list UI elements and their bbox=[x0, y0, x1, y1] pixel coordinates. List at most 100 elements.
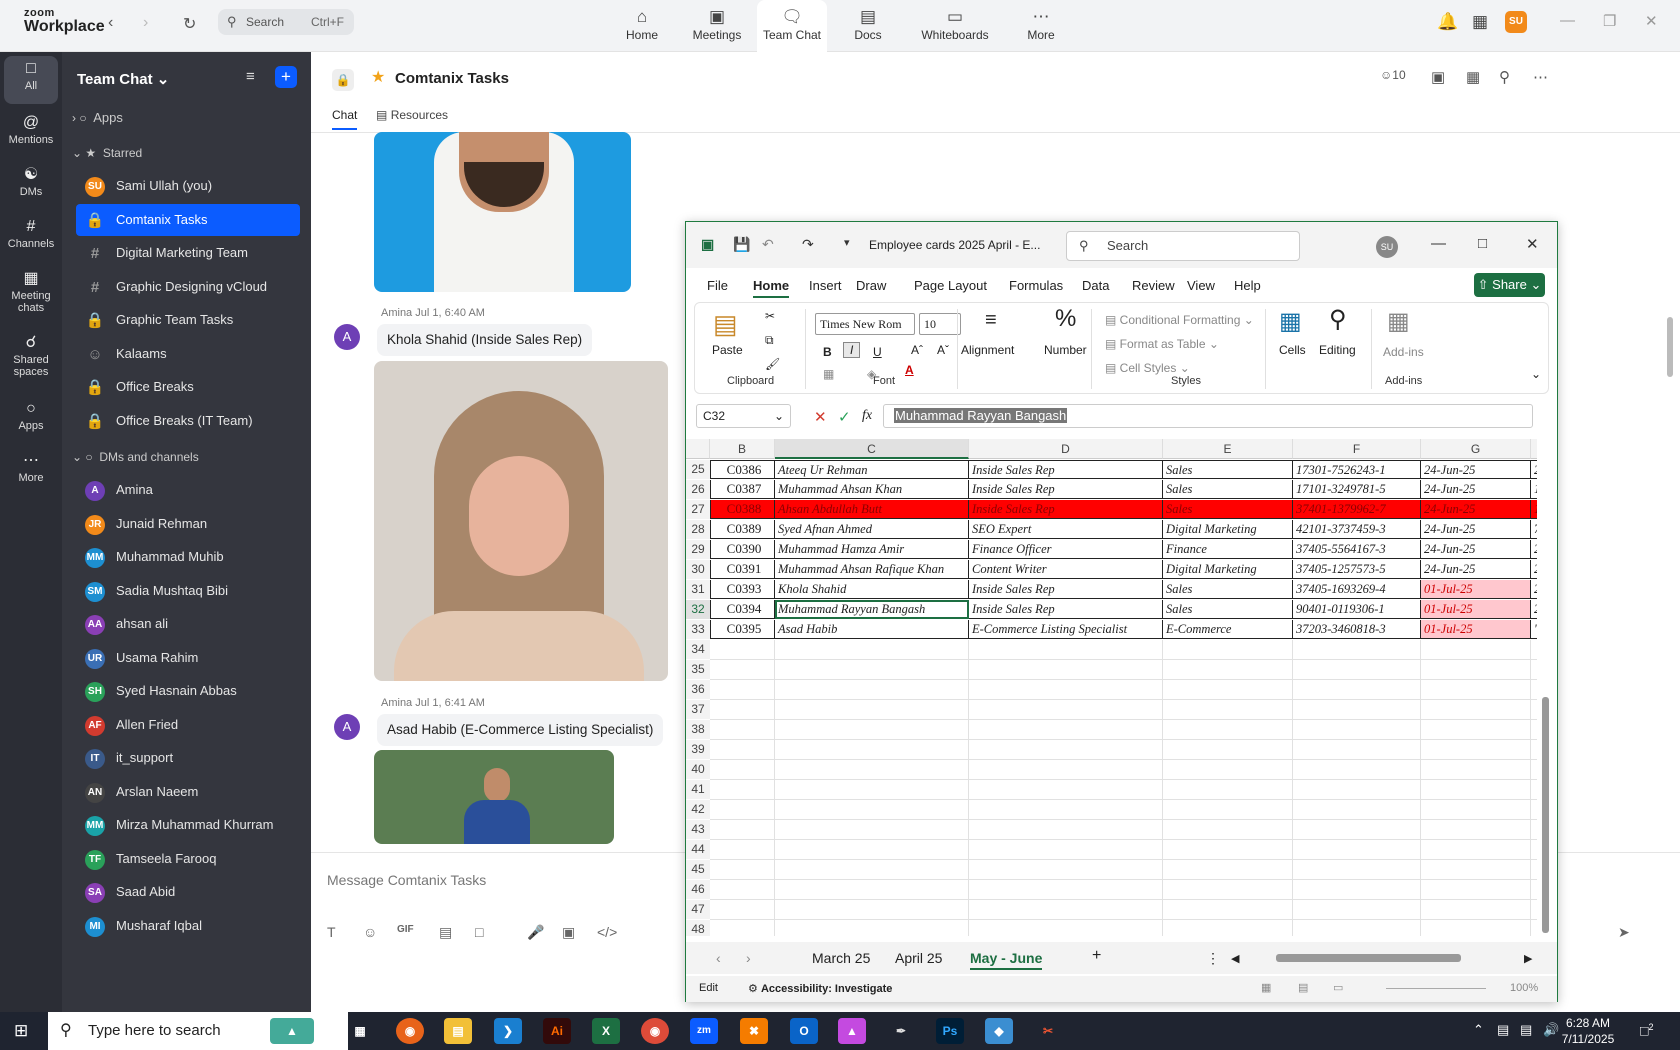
alignment-button[interactable]: Alignment bbox=[961, 343, 1014, 357]
table-cell[interactable]: Sales bbox=[1163, 600, 1293, 619]
search-icon[interactable]: ⚲ bbox=[1499, 68, 1510, 86]
insert-function-icon[interactable]: fx bbox=[862, 408, 872, 424]
alignment-icon[interactable]: ≡ bbox=[985, 309, 997, 332]
section-apps[interactable]: › ○ Apps bbox=[72, 110, 123, 125]
table-cell[interactable]: Finance bbox=[1163, 540, 1293, 559]
addins-button[interactable]: Add-ins bbox=[1383, 345, 1424, 359]
sidebar-dm-item[interactable]: MI Musharaf Iqbal bbox=[76, 910, 300, 942]
nav-more[interactable]: ⋯ More bbox=[1025, 0, 1057, 52]
next-sheet-icon[interactable]: › bbox=[746, 950, 751, 966]
members-button[interactable]: ☺10 bbox=[1380, 68, 1406, 82]
rail-apps[interactable]: ○ Apps bbox=[4, 396, 58, 444]
sidebar-dm-item[interactable]: SH Syed Hasnain Abbas bbox=[76, 675, 300, 707]
table-cell[interactable]: E-Commerce Listing Specialist bbox=[969, 620, 1163, 639]
undo-icon[interactable]: ↶ bbox=[762, 236, 774, 253]
row-header[interactable]: 39 bbox=[686, 740, 710, 759]
sidebar-dm-item[interactable]: SA Saad Abid bbox=[76, 876, 300, 908]
tab-resources[interactable]: ▤ Resources bbox=[376, 108, 448, 122]
nav-whiteboards[interactable]: ▭ Whiteboards bbox=[918, 0, 992, 52]
column-header[interactable]: C bbox=[775, 439, 969, 459]
cells-button[interactable]: Cells bbox=[1279, 343, 1306, 357]
ribbon-tab[interactable]: Insert bbox=[809, 278, 842, 293]
table-cell[interactable]: E-Commerce bbox=[1163, 620, 1293, 639]
table-cell[interactable]: 24-Jun-25 bbox=[1421, 460, 1531, 479]
rail-meeting-chats[interactable]: ▦ Meeting chats bbox=[4, 266, 58, 322]
row-header[interactable]: 27 bbox=[686, 500, 710, 519]
nav-home[interactable]: ⌂ Home bbox=[622, 0, 662, 52]
format-painter-icon[interactable]: 🖌 bbox=[765, 357, 780, 371]
star-icon[interactable]: ★ bbox=[371, 67, 385, 87]
sidebar-dm-item[interactable]: SM Sadia Mushtaq Bibi bbox=[76, 575, 300, 607]
magnifier-icon[interactable]: ⚲ bbox=[1329, 305, 1347, 334]
table-cell[interactable]: 17101-3249781-5 bbox=[1293, 480, 1421, 499]
table-cell[interactable]: Muhammad Ahsan Rafique Khan bbox=[775, 560, 969, 579]
page-break-icon[interactable]: ▭ bbox=[1333, 981, 1343, 994]
table-cell[interactable]: Ahsan Abdullah Butt bbox=[775, 500, 969, 519]
table-cell[interactable]: 37405-1257573-5 bbox=[1293, 560, 1421, 579]
outlook-icon[interactable]: O bbox=[790, 1018, 818, 1044]
sheet-tab-active[interactable]: May - June bbox=[970, 950, 1043, 970]
row-header[interactable]: 41 bbox=[686, 780, 710, 799]
zoom-slider[interactable] bbox=[1386, 988, 1486, 989]
cancel-icon[interactable]: ✕ bbox=[814, 408, 827, 426]
emoji-icon[interactable]: ☺ bbox=[363, 924, 377, 940]
photos-icon[interactable]: ▲ bbox=[838, 1018, 866, 1044]
table-cell[interactable]: Ateeq Ur Rehman bbox=[775, 460, 969, 479]
table-cell[interactable]: Content Writer bbox=[969, 560, 1163, 579]
shared-photo[interactable] bbox=[374, 361, 668, 681]
cell-styles-button[interactable]: ▤ Cell Styles ⌄ bbox=[1105, 361, 1190, 375]
row-header[interactable]: 29 bbox=[686, 540, 710, 559]
table-cell[interactable]: Sales bbox=[1163, 580, 1293, 599]
sidebar-item[interactable]: SU Sami Ullah (you) bbox=[76, 170, 300, 202]
cut-icon[interactable]: ✂ bbox=[765, 309, 775, 323]
user-avatar[interactable]: SU bbox=[1376, 236, 1398, 258]
table-cell[interactable]: Muhammad Ahsan Khan bbox=[775, 480, 969, 499]
sidebar-item[interactable]: 🔒 Graphic Team Tasks bbox=[76, 304, 300, 336]
table-cell[interactable]: Syed Afnan Ahmed bbox=[775, 520, 969, 539]
table-cell[interactable]: 01-Jul-25 bbox=[1421, 580, 1531, 599]
ribbon-tab[interactable]: Help bbox=[1234, 278, 1261, 293]
rail-more[interactable]: ⋯ More bbox=[4, 448, 58, 496]
sidebar-dm-item[interactable]: AA ahsan ali bbox=[76, 608, 300, 640]
table-cell[interactable]: 24-Jun-25 bbox=[1421, 560, 1531, 579]
table-cell[interactable]: Inside Sales Rep bbox=[969, 460, 1163, 479]
excel-taskbar-icon[interactable]: X bbox=[592, 1018, 620, 1044]
row-header[interactable]: 34 bbox=[686, 640, 710, 659]
underline-button[interactable]: U bbox=[873, 345, 882, 359]
mic-icon[interactable]: 🎤 bbox=[527, 924, 544, 941]
table-cell[interactable]: Sales bbox=[1163, 460, 1293, 479]
addins-icon[interactable]: ▦ bbox=[1387, 307, 1410, 336]
sidebar-dm-item[interactable]: JR Junaid Rehman bbox=[76, 508, 300, 540]
illustrator-icon[interactable]: Ai bbox=[543, 1018, 571, 1044]
horizontal-scrollbar[interactable] bbox=[1276, 954, 1461, 962]
row-header[interactable]: 31 bbox=[686, 580, 710, 599]
row-header[interactable]: 46 bbox=[686, 880, 710, 899]
network-icon[interactable]: ▤ bbox=[1520, 1022, 1532, 1038]
row-header[interactable]: 32 bbox=[686, 600, 710, 619]
screenshot-icon[interactable]: □ bbox=[475, 924, 483, 940]
table-cell[interactable]: Inside Sales Rep bbox=[969, 500, 1163, 519]
sidebar-dm-item[interactable]: MM Mirza Muhammad Khurram bbox=[76, 809, 300, 841]
table-cell[interactable]: 24-Jun-25 bbox=[1421, 480, 1531, 499]
photoshop-icon[interactable]: Ps bbox=[936, 1018, 964, 1044]
add-sheet-icon[interactable]: + bbox=[1092, 947, 1101, 965]
redo-icon[interactable]: ↷ bbox=[802, 236, 814, 253]
history-icon[interactable]: ↻ bbox=[183, 14, 196, 34]
nav-docs[interactable]: ▤ Docs bbox=[850, 0, 886, 52]
table-cell[interactable]: 25- bbox=[1531, 460, 1537, 479]
accessibility-status[interactable]: ⚙ Accessibility: Investigate bbox=[748, 982, 892, 995]
video-clip-icon[interactable]: ▣ bbox=[562, 924, 575, 941]
column-header[interactable]: F bbox=[1293, 439, 1421, 459]
table-cell[interactable]: Sales bbox=[1163, 480, 1293, 499]
table-cell[interactable]: C0393 bbox=[710, 580, 775, 599]
table-cell[interactable]: Sales bbox=[1163, 500, 1293, 519]
table-cell[interactable]: Muhammad Rayyan Bangash bbox=[775, 600, 969, 619]
user-avatar[interactable]: SU bbox=[1505, 11, 1527, 33]
row-header[interactable]: 26 bbox=[686, 480, 710, 499]
table-cell[interactable]: 16- bbox=[1531, 500, 1537, 519]
rail-dms[interactable]: ☯ DMs bbox=[4, 162, 58, 210]
bell-icon[interactable]: 🔔 bbox=[1437, 12, 1458, 32]
table-cell[interactable]: 01-Jul-25 bbox=[1421, 620, 1531, 639]
bold-button[interactable]: B bbox=[823, 345, 832, 359]
row-header[interactable]: 45 bbox=[686, 860, 710, 879]
